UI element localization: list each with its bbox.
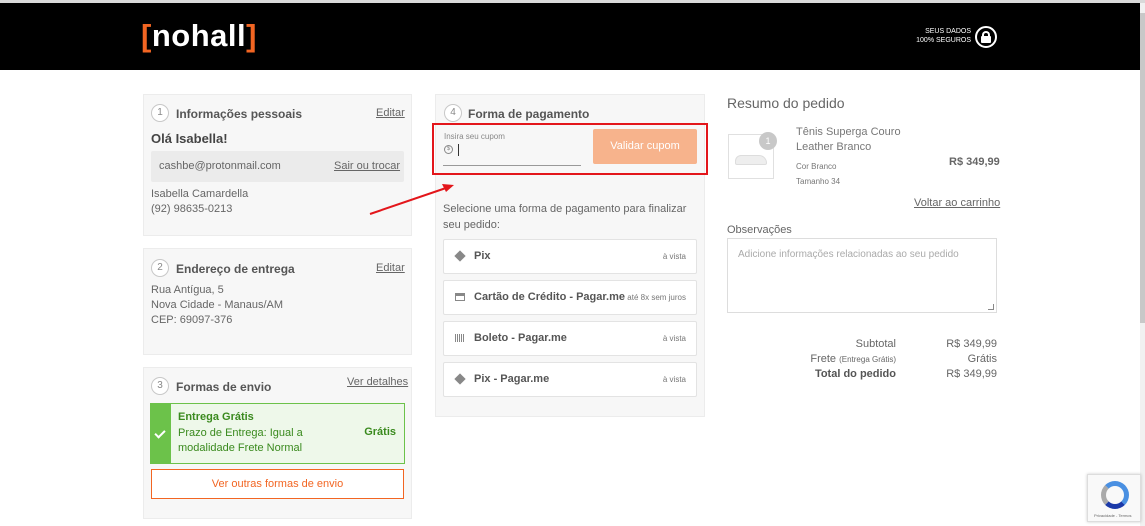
notes-placeholder: Adicione informações relacionadas ao seu…	[738, 249, 959, 260]
total-label: Total do pedido	[814, 368, 896, 380]
subtotal-label: Subtotal	[855, 338, 896, 350]
notes-label: Observações	[727, 224, 792, 236]
recaptcha-text[interactable]: Privacidade - Termos	[1094, 513, 1132, 518]
frete-label-text: Frete	[810, 353, 837, 365]
product-qty-badge: 1	[759, 132, 777, 150]
frete-note: (Entrega Grátis)	[839, 355, 896, 364]
frete-value: Grátis	[967, 353, 997, 365]
product-name: Tênis Superga Couro Leather Branco	[796, 126, 901, 153]
recaptcha-badge[interactable]: Privacidade - Termos	[1087, 474, 1141, 522]
notes-textarea[interactable]: Adicione informações relacionadas ao seu…	[727, 238, 997, 313]
total-value: R$ 349,99	[946, 368, 997, 380]
product-color: Cor Branco	[796, 162, 837, 171]
recaptcha-icon	[1101, 481, 1129, 509]
product-price: R$ 349,99	[949, 156, 1000, 168]
resize-grip-icon[interactable]	[988, 304, 994, 310]
subtotal-value: R$ 349,99	[946, 338, 997, 350]
frete-label: Frete (Entrega Grátis)	[760, 353, 896, 365]
product-size: Tamanho 34	[796, 177, 841, 186]
back-to-cart-link[interactable]: Voltar ao carrinho	[914, 197, 1000, 209]
shoe-image	[735, 155, 767, 165]
summary-title: Resumo do pedido	[727, 95, 845, 111]
